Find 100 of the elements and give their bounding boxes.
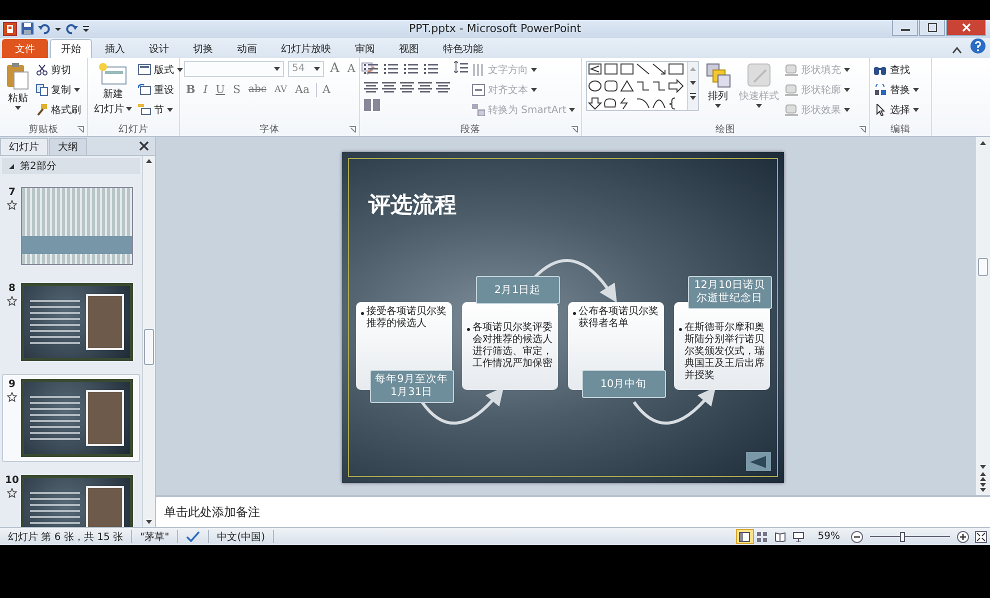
view-button[interactable]: [736, 529, 754, 544]
font-style-button[interactable]: S: [230, 83, 242, 96]
new-slide-button[interactable]: 新建 幻灯片: [92, 60, 134, 117]
scrollbar[interactable]: [975, 137, 990, 496]
style-swatch-icon: [746, 62, 772, 88]
section-button[interactable]: 节: [138, 100, 183, 119]
caret-icon: [844, 68, 850, 72]
format-painter-button[interactable]: 格式刷: [36, 100, 81, 119]
previous-slide-icon[interactable]: [979, 472, 987, 482]
find-button[interactable]: 查找: [874, 60, 919, 79]
window-title: PPT.pptx - Microsoft PowerPoint: [408, 22, 582, 36]
group-label: 编辑: [890, 122, 910, 136]
font-style-button[interactable]: I: [201, 83, 210, 96]
dialog-launcher-icon[interactable]: [859, 126, 866, 133]
dialog-launcher-icon[interactable]: [571, 126, 578, 133]
minimize-ribbon-icon[interactable]: [952, 46, 962, 54]
theme-name: "茅草": [132, 530, 178, 544]
font-style-button[interactable]: abc: [246, 84, 268, 96]
save-icon[interactable]: [21, 22, 34, 36]
ribbon-tab[interactable]: 插入: [94, 38, 136, 58]
date-label: 2月1日起: [476, 276, 560, 304]
language-indicator[interactable]: 中文(中国): [209, 530, 274, 544]
scroll-thumb[interactable]: [978, 258, 988, 276]
slide-icon: [98, 62, 128, 86]
font-style-button[interactable]: Aa: [293, 83, 312, 96]
font-name-field[interactable]: [184, 60, 284, 77]
slide-number: 8: [8, 283, 16, 294]
zoom-slider[interactable]: [870, 530, 950, 543]
slide-title: 评选流程: [368, 192, 456, 220]
paste-button[interactable]: 粘贴: [4, 60, 32, 111]
redo-icon[interactable]: [65, 22, 78, 36]
caret-icon: [715, 104, 721, 108]
grow-font-button[interactable]: A: [328, 61, 342, 76]
replace-button[interactable]: 替换: [874, 80, 919, 99]
select-button[interactable]: 选择: [874, 100, 919, 119]
notes-pane[interactable]: 单击此处添加备注: [156, 495, 990, 528]
notes-placeholder: 单击此处添加备注: [164, 504, 260, 521]
close-icon[interactable]: [139, 141, 149, 152]
font-style-button[interactable]: AV: [272, 84, 290, 95]
scroll-up-icon[interactable]: [979, 140, 987, 146]
back-button[interactable]: [746, 452, 770, 472]
maximize-button[interactable]: [919, 20, 945, 36]
slide-thumbnail-row[interactable]: 9: [2, 374, 140, 462]
app-logo-icon[interactable]: [3, 22, 17, 36]
scroll-down-icon[interactable]: [979, 464, 987, 470]
columns-icon[interactable]: [364, 98, 380, 111]
ribbon-tab[interactable]: 幻灯片放映: [270, 38, 342, 58]
spelling-check-icon[interactable]: [186, 531, 200, 542]
arrange-button[interactable]: 排列: [703, 60, 733, 109]
dialog-launcher-icon[interactable]: [77, 126, 84, 133]
section-icon: [138, 104, 151, 116]
ribbon-tab[interactable]: 特色功能: [432, 38, 494, 58]
layout-button[interactable]: 版式: [138, 60, 183, 79]
decrease-indent-icon[interactable]: [404, 62, 420, 75]
slide-thumbnail-row[interactable]: 10: [2, 470, 140, 528]
panel-tab[interactable]: 幻灯片: [0, 138, 48, 156]
minimize-button[interactable]: [892, 20, 918, 36]
numbered-list-icon[interactable]: [384, 62, 400, 75]
slide-thumbnail-row[interactable]: 7: [2, 182, 140, 270]
ribbon-tab[interactable]: 审阅: [344, 38, 386, 58]
shrink-font-button[interactable]: A: [345, 62, 358, 76]
align-center-icon[interactable]: [382, 80, 396, 93]
align-left-icon[interactable]: [364, 80, 378, 93]
ribbon-tab[interactable]: 动画: [226, 38, 268, 58]
file-tab[interactable]: 文件: [2, 38, 48, 58]
ribbon-tab[interactable]: 视图: [388, 38, 430, 58]
align-right-icon[interactable]: [400, 80, 414, 93]
next-slide-icon[interactable]: [979, 483, 987, 492]
section-header[interactable]: 第2部分: [2, 158, 140, 174]
reset-button[interactable]: 重设: [138, 80, 183, 99]
scroll-thumb[interactable]: [144, 329, 154, 366]
scrollbar[interactable]: [142, 156, 155, 528]
undo-icon[interactable]: [38, 22, 51, 36]
ribbon-tab[interactable]: 开始: [50, 38, 92, 58]
help-icon[interactable]: [970, 38, 986, 54]
font-style-button[interactable]: B: [184, 83, 198, 96]
reset-icon: [138, 84, 151, 96]
distribute-icon[interactable]: [436, 80, 450, 93]
dialog-launcher-icon[interactable]: [349, 126, 356, 133]
fit-to-window-icon[interactable]: [975, 530, 987, 543]
justify-icon[interactable]: [418, 80, 432, 93]
slide-thumbnail-row[interactable]: 8: [2, 278, 140, 366]
cut-button[interactable]: 剪切: [36, 60, 81, 79]
increase-indent-icon[interactable]: [424, 62, 440, 75]
zoom-in-icon[interactable]: [957, 530, 969, 543]
panel-tab[interactable]: 大纲: [49, 138, 87, 156]
font-color-button[interactable]: A: [320, 83, 332, 96]
zoom-level[interactable]: 59%: [808, 531, 848, 542]
bullet-list-icon[interactable]: [364, 62, 380, 75]
normal-view-icon: [739, 532, 750, 542]
zoom-out-icon[interactable]: [851, 530, 863, 543]
copy-button[interactable]: 复制: [36, 80, 81, 99]
font-style-button[interactable]: U: [214, 83, 227, 96]
close-button[interactable]: [946, 20, 986, 36]
shape-gallery[interactable]: [586, 60, 699, 111]
ribbon-tab[interactable]: 切换: [182, 38, 224, 58]
line-spacing-icon[interactable]: [454, 60, 468, 73]
left-triangle-icon: [750, 456, 766, 468]
slider-thumb[interactable]: [900, 532, 904, 542]
ribbon-tab[interactable]: 设计: [138, 38, 180, 58]
